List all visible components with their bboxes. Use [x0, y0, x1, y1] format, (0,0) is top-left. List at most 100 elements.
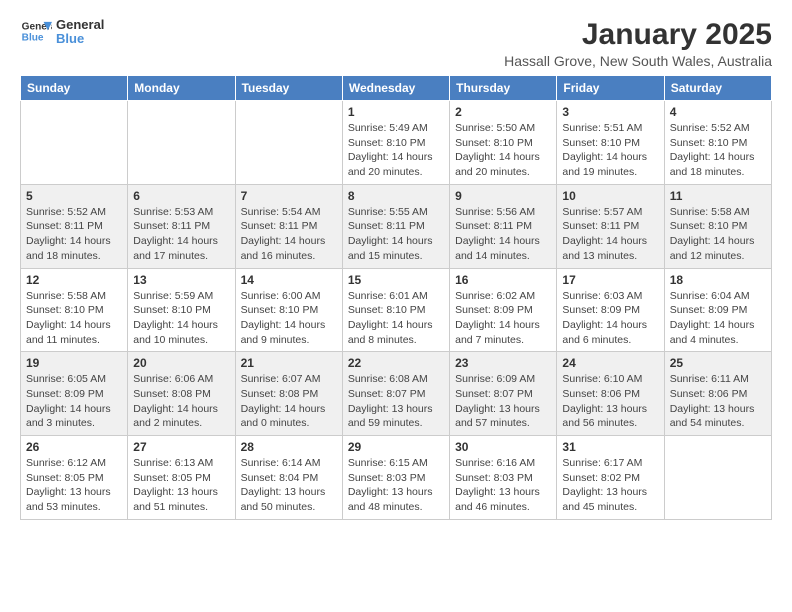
calendar-cell: 28 Sunrise: 6:14 AM Sunset: 8:04 PM Dayli… — [235, 436, 342, 520]
calendar-cell: 19Sunrise: 6:05 AM Sunset: 8:09 PM Dayli… — [21, 352, 128, 436]
day-number: 24 — [562, 356, 658, 370]
day-number: 2 — [455, 105, 551, 119]
day-number: 5 — [26, 189, 122, 203]
calendar-cell: 20Sunrise: 6:06 AM Sunset: 8:08 PM Dayli… — [128, 352, 235, 436]
calendar-cell: 4Sunrise: 5:52 AM Sunset: 8:10 PM Daylig… — [664, 101, 771, 185]
calendar-cell: 11Sunrise: 5:58 AM Sunset: 8:10 PM Dayli… — [664, 184, 771, 268]
calendar-cell: 12 Sunrise: 5:58 AM Sunset: 8:10 PM Dayli… — [21, 268, 128, 352]
calendar-cell — [235, 101, 342, 185]
calendar-cell: 14 Sunrise: 6:00 AM Sunset: 8:10 PM Dayli… — [235, 268, 342, 352]
calendar-cell: 10Sunrise: 5:57 AM Sunset: 8:11 PM Dayli… — [557, 184, 664, 268]
day-number: 10 — [562, 189, 658, 203]
calendar-table: SundayMondayTuesdayWednesdayThursdayFrid… — [20, 75, 772, 520]
calendar-cell: 2 Sunrise: 5:50 AM Sunset: 8:10 PM Daylig… — [450, 101, 557, 185]
day-number: 13 — [133, 273, 229, 287]
day-number: 8 — [348, 189, 444, 203]
weekday-header-thursday: Thursday — [450, 76, 557, 101]
calendar-cell: 25 Sunrise: 6:11 AM Sunset: 8:06 PM Dayli… — [664, 352, 771, 436]
weekday-header-row: SundayMondayTuesdayWednesdayThursdayFrid… — [21, 76, 772, 101]
calendar-cell: 26 Sunrise: 6:12 AM Sunset: 8:05 PM Dayli… — [21, 436, 128, 520]
calendar-cell — [128, 101, 235, 185]
logo: General Blue General Blue — [20, 18, 104, 47]
day-info: Sunrise: 5:52 AM Sunset: 8:11 PM Dayligh… — [26, 205, 122, 264]
day-info: Sunrise: 6:17 AM Sunset: 8:02 PM Dayligh… — [562, 456, 658, 515]
day-number: 14 — [241, 273, 337, 287]
calendar-row-1: 5 Sunrise: 5:52 AM Sunset: 8:11 PM Daylig… — [21, 184, 772, 268]
calendar-cell: 3 Sunrise: 5:51 AM Sunset: 8:10 PM Daylig… — [557, 101, 664, 185]
day-info: Sunrise: 6:11 AM Sunset: 8:06 PM Dayligh… — [670, 372, 766, 431]
day-info: Sunrise: 5:55 AM Sunset: 8:11 PM Dayligh… — [348, 205, 444, 264]
calendar-cell: 6 Sunrise: 5:53 AM Sunset: 8:11 PM Daylig… — [128, 184, 235, 268]
calendar-cell: 17Sunrise: 6:03 AM Sunset: 8:09 PM Dayli… — [557, 268, 664, 352]
day-info: Sunrise: 5:59 AM Sunset: 8:10 PM Dayligh… — [133, 289, 229, 348]
day-info: Sunrise: 6:10 AM Sunset: 8:06 PM Dayligh… — [562, 372, 658, 431]
calendar-row-2: 12 Sunrise: 5:58 AM Sunset: 8:10 PM Dayli… — [21, 268, 772, 352]
day-info: Sunrise: 6:03 AM Sunset: 8:09 PM Dayligh… — [562, 289, 658, 348]
calendar-cell: 27Sunrise: 6:13 AM Sunset: 8:05 PM Dayli… — [128, 436, 235, 520]
calendar-cell: 21Sunrise: 6:07 AM Sunset: 8:08 PM Dayli… — [235, 352, 342, 436]
svg-text:Blue: Blue — [22, 33, 44, 44]
day-info: Sunrise: 6:02 AM Sunset: 8:09 PM Dayligh… — [455, 289, 551, 348]
calendar-row-3: 19Sunrise: 6:05 AM Sunset: 8:09 PM Dayli… — [21, 352, 772, 436]
day-info: Sunrise: 5:56 AM Sunset: 8:11 PM Dayligh… — [455, 205, 551, 264]
logo-general: General — [56, 18, 104, 32]
day-number: 15 — [348, 273, 444, 287]
day-info: Sunrise: 6:14 AM Sunset: 8:04 PM Dayligh… — [241, 456, 337, 515]
calendar-cell: 15Sunrise: 6:01 AM Sunset: 8:10 PM Dayli… — [342, 268, 449, 352]
day-number: 6 — [133, 189, 229, 203]
logo-blue: Blue — [56, 32, 104, 46]
day-info: Sunrise: 5:52 AM Sunset: 8:10 PM Dayligh… — [670, 121, 766, 180]
calendar-cell: 1Sunrise: 5:49 AM Sunset: 8:10 PM Daylig… — [342, 101, 449, 185]
title-block: January 2025 Hassall Grove, New South Wa… — [504, 18, 772, 69]
calendar-title: January 2025 — [504, 18, 772, 51]
day-number: 26 — [26, 440, 122, 454]
calendar-cell: 31 Sunrise: 6:17 AM Sunset: 8:02 PM Dayli… — [557, 436, 664, 520]
day-info: Sunrise: 5:50 AM Sunset: 8:10 PM Dayligh… — [455, 121, 551, 180]
day-info: Sunrise: 6:15 AM Sunset: 8:03 PM Dayligh… — [348, 456, 444, 515]
calendar-cell: 23Sunrise: 6:09 AM Sunset: 8:07 PM Dayli… — [450, 352, 557, 436]
day-info: Sunrise: 6:00 AM Sunset: 8:10 PM Dayligh… — [241, 289, 337, 348]
day-number: 9 — [455, 189, 551, 203]
day-info: Sunrise: 6:13 AM Sunset: 8:05 PM Dayligh… — [133, 456, 229, 515]
calendar-subtitle: Hassall Grove, New South Wales, Australi… — [504, 53, 772, 69]
calendar-cell: 5 Sunrise: 5:52 AM Sunset: 8:11 PM Daylig… — [21, 184, 128, 268]
day-number: 25 — [670, 356, 766, 370]
day-number: 3 — [562, 105, 658, 119]
calendar-cell: 9 Sunrise: 5:56 AM Sunset: 8:11 PM Daylig… — [450, 184, 557, 268]
day-number: 16 — [455, 273, 551, 287]
calendar-cell: 16 Sunrise: 6:02 AM Sunset: 8:09 PM Dayli… — [450, 268, 557, 352]
day-info: Sunrise: 6:12 AM Sunset: 8:05 PM Dayligh… — [26, 456, 122, 515]
day-info: Sunrise: 6:08 AM Sunset: 8:07 PM Dayligh… — [348, 372, 444, 431]
day-number: 28 — [241, 440, 337, 454]
day-info: Sunrise: 6:05 AM Sunset: 8:09 PM Dayligh… — [26, 372, 122, 431]
weekday-header-saturday: Saturday — [664, 76, 771, 101]
day-number: 18 — [670, 273, 766, 287]
page: General Blue General Blue January 2025 H… — [0, 0, 792, 612]
calendar-cell: 13 Sunrise: 5:59 AM Sunset: 8:10 PM Dayli… — [128, 268, 235, 352]
day-info: Sunrise: 6:07 AM Sunset: 8:08 PM Dayligh… — [241, 372, 337, 431]
calendar-row-4: 26 Sunrise: 6:12 AM Sunset: 8:05 PM Dayli… — [21, 436, 772, 520]
day-number: 22 — [348, 356, 444, 370]
calendar-cell: 8 Sunrise: 5:55 AM Sunset: 8:11 PM Daylig… — [342, 184, 449, 268]
day-number: 29 — [348, 440, 444, 454]
calendar-cell: 24 Sunrise: 6:10 AM Sunset: 8:06 PM Dayli… — [557, 352, 664, 436]
day-number: 12 — [26, 273, 122, 287]
header: General Blue General Blue January 2025 H… — [20, 18, 772, 69]
calendar-cell: 18Sunrise: 6:04 AM Sunset: 8:09 PM Dayli… — [664, 268, 771, 352]
calendar-cell: 30Sunrise: 6:16 AM Sunset: 8:03 PM Dayli… — [450, 436, 557, 520]
weekday-header-monday: Monday — [128, 76, 235, 101]
day-info: Sunrise: 5:58 AM Sunset: 8:10 PM Dayligh… — [670, 205, 766, 264]
day-info: Sunrise: 5:58 AM Sunset: 8:10 PM Dayligh… — [26, 289, 122, 348]
day-number: 7 — [241, 189, 337, 203]
day-number: 1 — [348, 105, 444, 119]
day-info: Sunrise: 6:16 AM Sunset: 8:03 PM Dayligh… — [455, 456, 551, 515]
day-number: 31 — [562, 440, 658, 454]
day-info: Sunrise: 6:09 AM Sunset: 8:07 PM Dayligh… — [455, 372, 551, 431]
day-info: Sunrise: 5:51 AM Sunset: 8:10 PM Dayligh… — [562, 121, 658, 180]
weekday-header-friday: Friday — [557, 76, 664, 101]
day-info: Sunrise: 5:53 AM Sunset: 8:11 PM Dayligh… — [133, 205, 229, 264]
calendar-cell: 29 Sunrise: 6:15 AM Sunset: 8:03 PM Dayli… — [342, 436, 449, 520]
day-info: Sunrise: 6:06 AM Sunset: 8:08 PM Dayligh… — [133, 372, 229, 431]
calendar-row-0: 1Sunrise: 5:49 AM Sunset: 8:10 PM Daylig… — [21, 101, 772, 185]
weekday-header-sunday: Sunday — [21, 76, 128, 101]
